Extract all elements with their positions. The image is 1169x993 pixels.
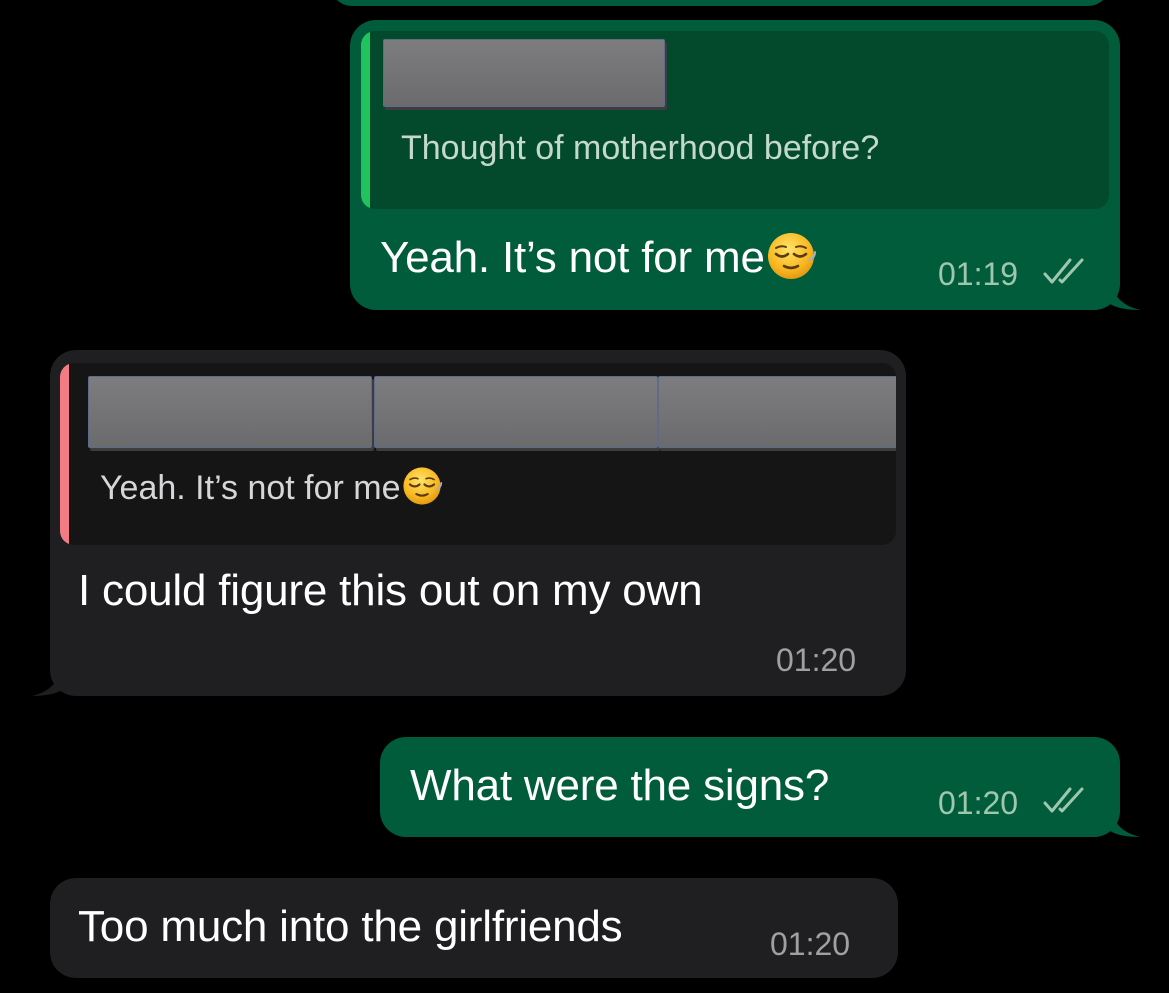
bubble-tail-outgoing — [1110, 280, 1140, 310]
chat-thread: Thought of motherhood before? Yeah. It’s… — [0, 0, 1169, 993]
message-text: What were the signs? — [410, 761, 830, 810]
quote-text: Yeah. It’s not for me — [100, 465, 443, 508]
message-bubble-incoming[interactable]: Too much into the girlfriends 01:20 — [50, 878, 898, 978]
bubble-tail-outgoing — [1110, 807, 1140, 837]
bubble-tail-incoming — [32, 666, 62, 696]
relieved-face-emoji-icon — [765, 230, 817, 282]
double-check-read-icon — [1043, 787, 1084, 813]
message-bubble-incoming[interactable]: Yeah. It’s not for me I could figure thi… — [50, 350, 906, 696]
message-timestamp: 01:20 — [938, 785, 1019, 821]
message-bubble-outgoing[interactable]: Thought of motherhood before? Yeah. It’s… — [350, 20, 1120, 310]
previous-message-bubble[interactable] — [330, 0, 1110, 6]
message-text: Yeah. It’s not for me — [380, 230, 817, 283]
message-text: I could figure this out on my own — [78, 566, 703, 615]
message-timestamp: 01:19 — [938, 256, 1019, 292]
redacted-sender-name — [374, 376, 658, 448]
relieved-face-emoji-icon — [401, 465, 443, 507]
message-text: Too much into the girlfriends — [78, 902, 623, 951]
message-timestamp: 01:20 — [770, 926, 851, 962]
message-text-content: Yeah. It’s not for me — [380, 233, 765, 282]
redacted-sender-name — [658, 376, 896, 448]
reply-quote[interactable]: Yeah. It’s not for me — [60, 363, 896, 545]
message-bubble-outgoing[interactable]: What were the signs? 01:20 — [380, 737, 1120, 837]
reply-quote[interactable]: Thought of motherhood before? — [361, 31, 1109, 209]
double-check-read-icon — [1043, 258, 1084, 284]
message-timestamp: 01:20 — [776, 642, 857, 678]
redacted-sender-name — [88, 376, 372, 448]
quote-accent-bar — [361, 31, 370, 209]
quote-text: Thought of motherhood before? — [401, 129, 880, 167]
redacted-sender-name — [383, 39, 665, 107]
quote-text-content: Yeah. It’s not for me — [100, 469, 401, 507]
quote-accent-bar — [60, 363, 69, 545]
